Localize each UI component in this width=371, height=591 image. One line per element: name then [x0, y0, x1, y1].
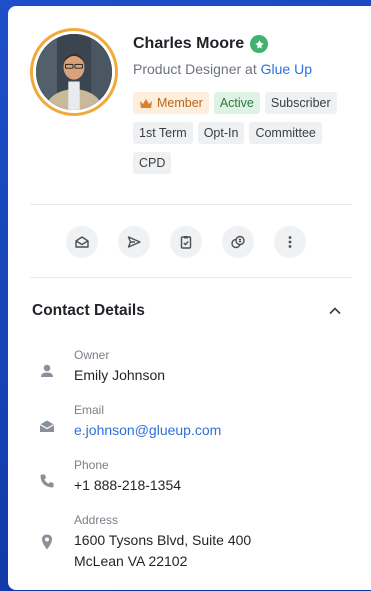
phone-value[interactable]: +1 888-218-1354	[74, 475, 181, 496]
address-line-1: 1600 Tysons Blvd, Suite 400	[74, 532, 252, 548]
address-line-2: McLean VA 22102	[74, 553, 188, 569]
tag-active[interactable]: Active	[213, 92, 260, 114]
envelope-open-icon	[75, 236, 89, 248]
action-bar	[66, 226, 306, 258]
person-photo-icon	[36, 34, 112, 110]
more-vertical-icon	[288, 236, 292, 248]
job-title: Product Designer at Glue Up	[133, 61, 312, 77]
tag-subscriber[interactable]: Subscriber	[264, 92, 337, 114]
tag-committee[interactable]: Committee	[249, 122, 322, 144]
address-label: Address	[74, 513, 119, 527]
person-icon	[41, 364, 53, 377]
verified-badge-icon	[250, 35, 269, 53]
tag-opt-in[interactable]: Opt-In	[197, 122, 245, 144]
owner-value: Emily Johnson	[74, 367, 166, 383]
envelope-icon	[39, 420, 55, 432]
clipboard-check-icon	[180, 236, 192, 249]
task-action-button[interactable]	[170, 226, 202, 258]
send-action-button[interactable]	[118, 226, 150, 258]
location-pin-icon	[42, 534, 52, 550]
crown-icon	[140, 98, 152, 108]
email-link[interactable]: e.johnson@glueup.com	[74, 420, 221, 441]
tag-list: Member Active Subscriber 1st Term Opt-In…	[133, 92, 355, 174]
divider	[30, 277, 352, 278]
contact-name: Charles Moore	[133, 35, 245, 52]
section-title: Contact Details	[32, 302, 145, 319]
email-action-button[interactable]	[66, 226, 98, 258]
phone-icon	[40, 474, 54, 488]
more-actions-button[interactable]	[274, 226, 306, 258]
phone-label: Phone	[74, 458, 109, 472]
owner-label: Owner	[74, 348, 110, 362]
profile-card: Charles Moore Product Designer at Glue U…	[8, 6, 371, 590]
payment-action-button[interactable]	[222, 226, 254, 258]
avatar-photo	[36, 34, 112, 110]
avatar[interactable]	[30, 28, 118, 116]
chevron-up-icon[interactable]	[328, 306, 342, 316]
name-row: Charles Moore	[133, 35, 269, 53]
company-link[interactable]: Glue Up	[261, 61, 312, 77]
send-icon	[127, 236, 141, 248]
divider	[30, 204, 352, 205]
coins-icon	[231, 235, 245, 249]
tag-1st-term[interactable]: 1st Term	[133, 122, 193, 144]
role-text: Product Designer at	[133, 61, 257, 77]
tag-cpd[interactable]: CPD	[133, 152, 172, 174]
tag-member[interactable]: Member	[133, 92, 209, 114]
email-label: Email	[74, 403, 105, 417]
